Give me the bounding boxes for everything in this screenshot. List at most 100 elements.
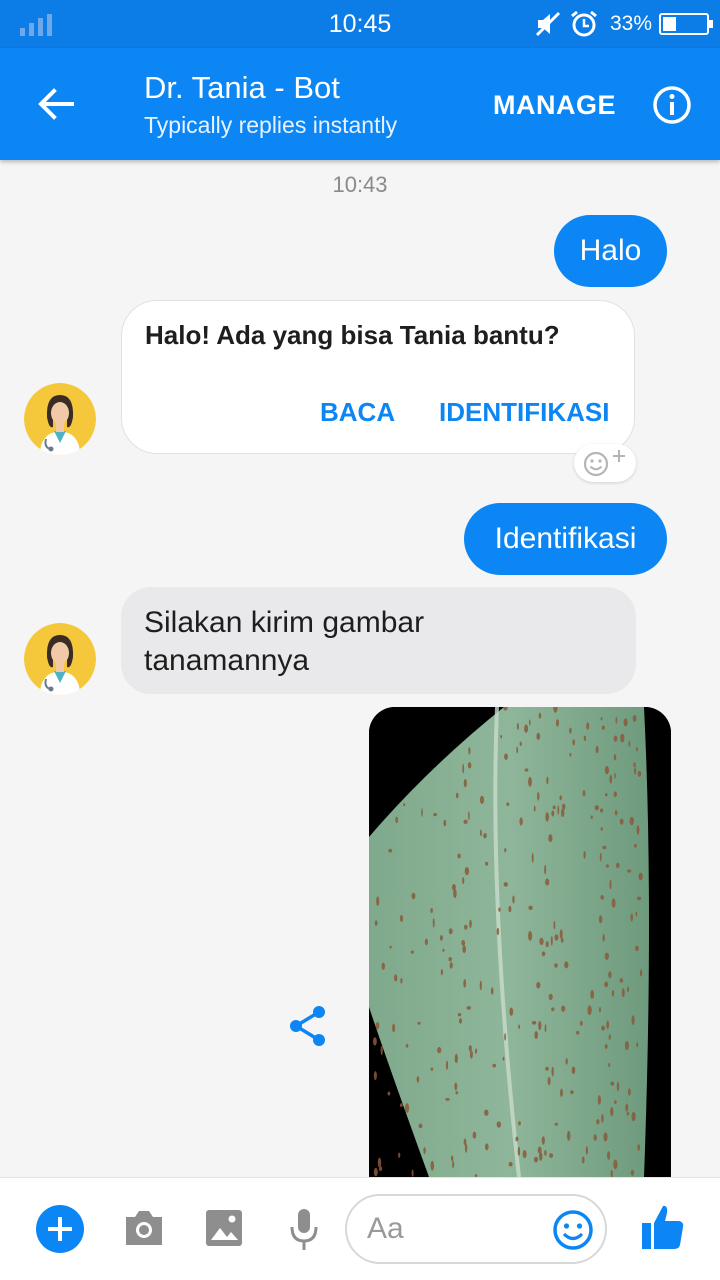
leaf-spot [627,869,632,873]
leaf-spot [581,1156,585,1164]
leaf-spot [455,792,459,799]
add-reaction-icon [583,450,625,477]
leaf-spot [630,913,633,922]
bot-avatar[interactable] [24,623,96,695]
leaf-spot [616,862,620,869]
status-bar: 10:45 33% [0,0,720,48]
leaf-spot [437,1047,442,1054]
info-icon[interactable] [652,85,692,125]
gallery-icon[interactable] [205,1209,243,1247]
leaf-spot [508,905,512,913]
camera-icon[interactable] [123,1209,165,1247]
leaf-spot [421,808,423,817]
leaf-spot [459,1018,462,1024]
leaf-spot [613,754,617,761]
leaf-spot [599,1007,601,1013]
leaf-spot [479,829,482,837]
leaf-spot [451,884,456,891]
outgoing-message[interactable]: Identifikasi [464,503,667,575]
mic-icon[interactable] [289,1207,319,1251]
leaf-spot [509,1007,514,1016]
leaf-spot [492,1063,496,1068]
leaf-spot [533,805,536,812]
identifikasi-button[interactable]: IDENTIFIKASI [439,397,609,428]
leaf-disease-image [369,707,671,1177]
leaf-spot [440,968,443,976]
leaf-spot [559,929,563,940]
leaf-spot [609,774,613,784]
leaf-spot [545,812,549,822]
leaf-spot [587,1005,592,1016]
leaf-spot [569,752,572,757]
message-input-container[interactable] [345,1194,607,1264]
leaf-spot [545,1066,549,1071]
baca-button[interactable]: BACA [320,397,395,428]
leaf-spot [448,957,452,962]
leaf-spot [547,1076,551,1086]
leaf-spot [423,1147,426,1154]
leaf-spot [613,735,618,742]
leaf-spot [536,981,541,989]
leaf-spot [631,1015,635,1025]
leaf-spot [611,898,616,908]
leaf-spot [561,808,565,818]
leaf-spot [417,1021,421,1025]
leaf-spot [467,762,472,769]
leaf-spot [504,848,507,853]
leaf-spot [551,1066,554,1077]
leaf-spot [545,878,550,886]
leaf-spot [448,928,453,935]
leaf-spot [597,1095,601,1105]
leaf-spot [484,1109,489,1116]
leaf-spot [636,1042,639,1048]
leaf-spot [614,1100,617,1104]
leaf-spot [454,1082,458,1091]
leaf-spot [416,1076,420,1083]
leaf-spot [544,1149,547,1156]
leaf-spot [583,735,587,741]
leaf-spot [614,810,618,816]
manage-button[interactable]: MANAGE [493,90,616,121]
leaf-spot [418,1123,423,1129]
message-input[interactable] [367,1206,537,1252]
leaf-spot [590,990,595,999]
leaf-spot [518,1121,521,1126]
leaf-spot [472,1131,477,1139]
leaf-spot [561,1005,566,1012]
leaf-spot [454,1053,458,1064]
leaf-spot [604,981,609,988]
outgoing-message[interactable]: Halo [554,215,667,287]
sent-photo[interactable] [369,707,671,1177]
leaf-spot [548,993,553,1001]
leaf-spot [399,914,404,923]
bot-avatar[interactable] [24,383,96,455]
like-icon[interactable] [641,1203,685,1251]
leaf-spot [627,986,629,993]
leaf-spot [522,1150,527,1159]
emoji-icon[interactable] [552,1209,594,1251]
add-reaction-button[interactable] [574,444,636,482]
incoming-message[interactable]: Silakan kirim gambar tanamannya [121,587,636,694]
back-arrow-icon[interactable] [36,84,76,124]
leaf-spot [604,952,609,960]
leaf-spot [554,1122,558,1126]
share-icon[interactable] [288,1005,328,1047]
leaf-spot [464,924,468,930]
leaf-spot [601,1113,604,1123]
contact-status: Typically replies instantly [144,112,398,138]
contact-name[interactable]: Dr. Tania - Bot [144,70,340,106]
chat-header: Dr. Tania - Bot Typically replies instan… [0,48,720,160]
leaf-spot [544,1024,547,1033]
leaf-spot [536,732,541,740]
leaf-spot [462,877,465,885]
leaf-spot [424,938,428,946]
plus-icon[interactable] [36,1205,84,1253]
leaf-spot [466,1006,471,1010]
doctor-avatar-icon [24,623,96,695]
leaf-spot [515,1136,519,1142]
leaf-spot [524,768,529,772]
leaf-spot [633,762,636,768]
leaf-spot [590,815,593,820]
bot-card-text: Halo! Ada yang bisa Tania bantu? [145,320,560,350]
leaf-spot [630,1169,635,1176]
